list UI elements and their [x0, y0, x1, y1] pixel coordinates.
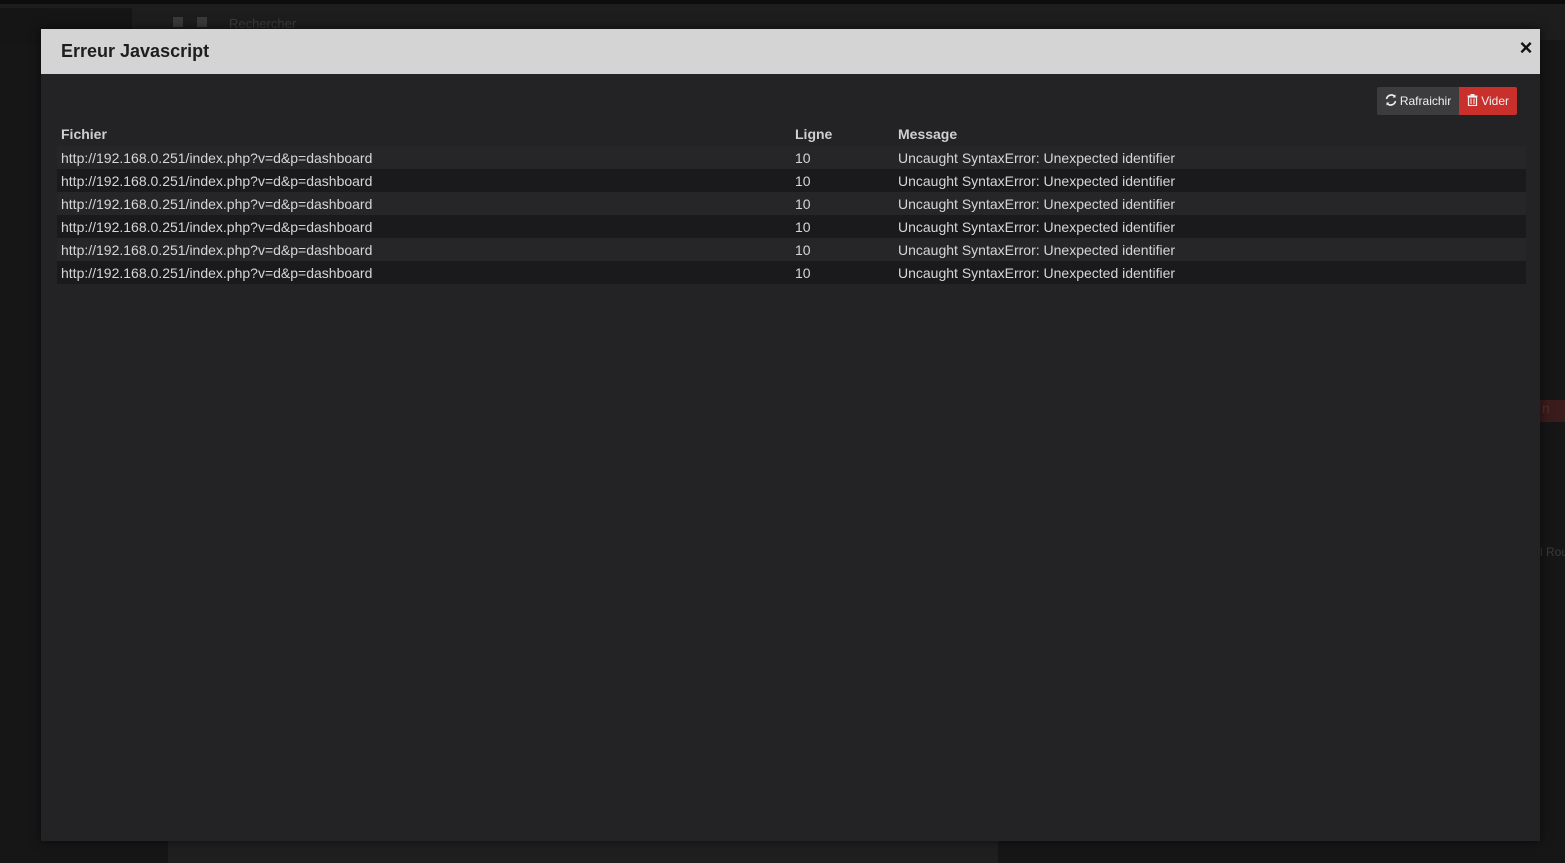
table-row: http://192.168.0.251/index.php?v=d&p=das… [57, 192, 1526, 215]
clear-button[interactable]: Vider [1459, 87, 1517, 115]
cell-line: 10 [791, 238, 894, 261]
cell-line: 10 [791, 146, 894, 169]
cell-line: 10 [791, 215, 894, 238]
error-modal: Erreur Javascript × Rafraichir Vider Fic… [41, 29, 1540, 841]
refresh-button[interactable]: Rafraichir [1376, 87, 1460, 115]
cell-line: 10 [791, 169, 894, 192]
cell-message: Uncaught SyntaxError: Unexpected identif… [894, 169, 1526, 192]
document-icon [197, 17, 207, 27]
image-icon [173, 17, 183, 27]
cell-line: 10 [791, 261, 894, 284]
cell-file: http://192.168.0.251/index.php?v=d&p=das… [57, 238, 791, 261]
cell-file: http://192.168.0.251/index.php?v=d&p=das… [57, 192, 791, 215]
cell-file: http://192.168.0.251/index.php?v=d&p=das… [57, 261, 791, 284]
table-row: http://192.168.0.251/index.php?v=d&p=das… [57, 238, 1526, 261]
background-badge-text: n [1542, 400, 1550, 416]
modal-toolbar: Rafraichir Vider [1376, 87, 1517, 115]
background-label: l Rou [1540, 545, 1565, 559]
column-header-line[interactable]: Ligne [791, 122, 894, 146]
cell-file: http://192.168.0.251/index.php?v=d&p=das… [57, 169, 791, 192]
cell-message: Uncaught SyntaxError: Unexpected identif… [894, 146, 1526, 169]
error-table: Fichier Ligne Message http://192.168.0.2… [57, 122, 1526, 284]
table-row: http://192.168.0.251/index.php?v=d&p=das… [57, 261, 1526, 284]
table-row: http://192.168.0.251/index.php?v=d&p=das… [57, 215, 1526, 238]
refresh-icon [1385, 94, 1397, 108]
cell-message: Uncaught SyntaxError: Unexpected identif… [894, 238, 1526, 261]
close-icon[interactable]: × [1518, 37, 1534, 59]
background-image [168, 838, 998, 863]
cell-message: Uncaught SyntaxError: Unexpected identif… [894, 261, 1526, 284]
table-header-row: Fichier Ligne Message [57, 122, 1526, 146]
background-badge: n [1540, 400, 1565, 422]
cell-message: Uncaught SyntaxError: Unexpected identif… [894, 215, 1526, 238]
table-row: http://192.168.0.251/index.php?v=d&p=das… [57, 169, 1526, 192]
cell-line: 10 [791, 192, 894, 215]
refresh-button-label: Rafraichir [1399, 94, 1452, 108]
clear-button-label: Vider [1481, 94, 1509, 108]
trash-icon [1467, 94, 1478, 108]
modal-title: Erreur Javascript [61, 41, 210, 61]
column-header-file[interactable]: Fichier [57, 122, 791, 146]
cell-file: http://192.168.0.251/index.php?v=d&p=das… [57, 215, 791, 238]
column-header-message[interactable]: Message [894, 122, 1526, 146]
cell-file: http://192.168.0.251/index.php?v=d&p=das… [57, 146, 791, 169]
modal-header: Erreur Javascript × [41, 29, 1540, 74]
cell-message: Uncaught SyntaxError: Unexpected identif… [894, 192, 1526, 215]
table-row: http://192.168.0.251/index.php?v=d&p=das… [57, 146, 1526, 169]
